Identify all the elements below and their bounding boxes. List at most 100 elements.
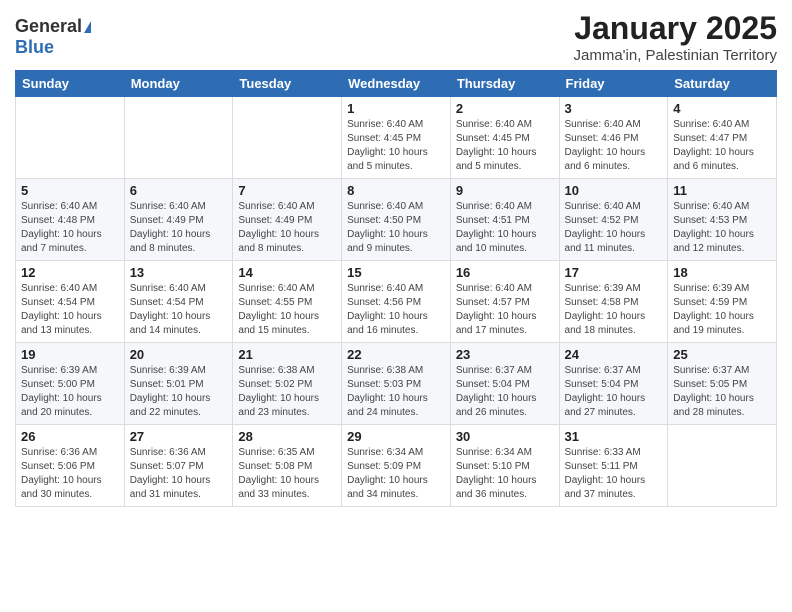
calendar-table: SundayMondayTuesdayWednesdayThursdayFrid… [15, 70, 777, 507]
day-number: 28 [238, 429, 336, 444]
day-info: Sunrise: 6:40 AM Sunset: 4:50 PM Dayligh… [347, 200, 445, 256]
day-number: 24 [565, 347, 663, 362]
day-info: Sunrise: 6:40 AM Sunset: 4:56 PM Dayligh… [347, 282, 445, 338]
calendar-cell: 13 Sunrise: 6:40 AM Sunset: 4:54 PM Dayli… [124, 261, 233, 343]
day-info: Sunrise: 6:40 AM Sunset: 4:51 PM Dayligh… [456, 200, 554, 256]
page-title: January 2025 [574, 10, 778, 47]
day-number: 26 [21, 429, 119, 444]
day-number: 6 [130, 183, 228, 198]
calendar-cell: 28 Sunrise: 6:35 AM Sunset: 5:08 PM Dayli… [233, 425, 342, 507]
calendar-cell: 21 Sunrise: 6:38 AM Sunset: 5:02 PM Dayli… [233, 343, 342, 425]
calendar-cell: 11 Sunrise: 6:40 AM Sunset: 4:53 PM Dayli… [668, 179, 777, 261]
day-info: Sunrise: 6:38 AM Sunset: 5:02 PM Dayligh… [238, 364, 336, 420]
day-info: Sunrise: 6:39 AM Sunset: 4:58 PM Dayligh… [565, 282, 663, 338]
day-info: Sunrise: 6:40 AM Sunset: 4:47 PM Dayligh… [673, 118, 771, 174]
calendar-cell: 29Sunrise: 6:34 AM Sunset: 5:09 PM Dayli… [342, 425, 451, 507]
day-info: Sunrise: 6:39 AM Sunset: 4:59 PM Dayligh… [673, 282, 771, 338]
calendar-cell [16, 97, 125, 179]
calendar-cell: 12 Sunrise: 6:40 AM Sunset: 4:54 PM Dayli… [16, 261, 125, 343]
calendar-cell: 17 Sunrise: 6:39 AM Sunset: 4:58 PM Dayli… [559, 261, 668, 343]
logo-blue: Blue [15, 37, 54, 58]
day-number: 22 [347, 347, 445, 362]
calendar-cell: 19 Sunrise: 6:39 AM Sunset: 5:00 PM Dayli… [16, 343, 125, 425]
day-number: 15 [347, 265, 445, 280]
calendar-cell: 2Sunrise: 6:40 AM Sunset: 4:45 PM Daylig… [450, 97, 559, 179]
day-info: Sunrise: 6:39 AM Sunset: 5:01 PM Dayligh… [130, 364, 228, 420]
day-info: Sunrise: 6:36 AM Sunset: 5:07 PM Dayligh… [130, 446, 228, 502]
calendar-cell: 20 Sunrise: 6:39 AM Sunset: 5:01 PM Dayli… [124, 343, 233, 425]
day-number: 31 [565, 429, 663, 444]
calendar-cell: 8 Sunrise: 6:40 AM Sunset: 4:50 PM Daylig… [342, 179, 451, 261]
day-number: 11 [673, 183, 771, 198]
day-number: 10 [565, 183, 663, 198]
day-number: 1 [347, 101, 445, 116]
calendar-day-header: Thursday [450, 71, 559, 97]
calendar-cell: 9 Sunrise: 6:40 AM Sunset: 4:51 PM Daylig… [450, 179, 559, 261]
calendar-cell [124, 97, 233, 179]
calendar-cell: 6 Sunrise: 6:40 AM Sunset: 4:49 PM Daylig… [124, 179, 233, 261]
logo: General Blue [15, 16, 91, 58]
day-number: 25 [673, 347, 771, 362]
calendar-cell: 15 Sunrise: 6:40 AM Sunset: 4:56 PM Dayli… [342, 261, 451, 343]
day-number: 13 [130, 265, 228, 280]
calendar-cell: 3 Sunrise: 6:40 AM Sunset: 4:46 PM Daylig… [559, 97, 668, 179]
calendar-cell: 16 Sunrise: 6:40 AM Sunset: 4:57 PM Dayli… [450, 261, 559, 343]
day-info: Sunrise: 6:40 AM Sunset: 4:49 PM Dayligh… [130, 200, 228, 256]
page-header: General Blue January 2025 Jamma'in, Pale… [15, 10, 777, 64]
day-number: 19 [21, 347, 119, 362]
day-number: 3 [565, 101, 663, 116]
logo-general: General [15, 16, 82, 37]
day-info: Sunrise: 6:36 AM Sunset: 5:06 PM Dayligh… [21, 446, 119, 502]
day-number: 29 [347, 429, 445, 444]
calendar-cell: 22 Sunrise: 6:38 AM Sunset: 5:03 PM Dayli… [342, 343, 451, 425]
day-number: 7 [238, 183, 336, 198]
title-block: January 2025 Jamma'in, Palestinian Terri… [574, 10, 778, 64]
day-number: 12 [21, 265, 119, 280]
day-info: Sunrise: 6:40 AM Sunset: 4:52 PM Dayligh… [565, 200, 663, 256]
day-info: Sunrise: 6:40 AM Sunset: 4:49 PM Dayligh… [238, 200, 336, 256]
day-info: Sunrise: 6:40 AM Sunset: 4:54 PM Dayligh… [130, 282, 228, 338]
day-info: Sunrise: 6:40 AM Sunset: 4:53 PM Dayligh… [673, 200, 771, 256]
calendar-cell: 5Sunrise: 6:40 AM Sunset: 4:48 PM Daylig… [16, 179, 125, 261]
calendar-day-header: Saturday [668, 71, 777, 97]
day-info: Sunrise: 6:40 AM Sunset: 4:45 PM Dayligh… [456, 118, 554, 174]
calendar-day-header: Tuesday [233, 71, 342, 97]
day-info: Sunrise: 6:40 AM Sunset: 4:45 PM Dayligh… [347, 118, 445, 174]
calendar-week-row: 5Sunrise: 6:40 AM Sunset: 4:48 PM Daylig… [16, 179, 777, 261]
day-number: 21 [238, 347, 336, 362]
calendar-day-header: Friday [559, 71, 668, 97]
day-info: Sunrise: 6:39 AM Sunset: 5:00 PM Dayligh… [21, 364, 119, 420]
day-number: 30 [456, 429, 554, 444]
day-info: Sunrise: 6:38 AM Sunset: 5:03 PM Dayligh… [347, 364, 445, 420]
day-info: Sunrise: 6:40 AM Sunset: 4:46 PM Dayligh… [565, 118, 663, 174]
calendar-cell: 4Sunrise: 6:40 AM Sunset: 4:47 PM Daylig… [668, 97, 777, 179]
day-number: 18 [673, 265, 771, 280]
day-info: Sunrise: 6:37 AM Sunset: 5:05 PM Dayligh… [673, 364, 771, 420]
day-info: Sunrise: 6:40 AM Sunset: 4:57 PM Dayligh… [456, 282, 554, 338]
day-info: Sunrise: 6:40 AM Sunset: 4:54 PM Dayligh… [21, 282, 119, 338]
day-number: 23 [456, 347, 554, 362]
calendar-cell: 31 Sunrise: 6:33 AM Sunset: 5:11 PM Dayli… [559, 425, 668, 507]
calendar-cell: 24 Sunrise: 6:37 AM Sunset: 5:04 PM Dayli… [559, 343, 668, 425]
calendar-day-header: Monday [124, 71, 233, 97]
day-info: Sunrise: 6:35 AM Sunset: 5:08 PM Dayligh… [238, 446, 336, 502]
calendar-cell: 1 Sunrise: 6:40 AM Sunset: 4:45 PM Daylig… [342, 97, 451, 179]
day-number: 14 [238, 265, 336, 280]
day-number: 8 [347, 183, 445, 198]
calendar-week-row: 26 Sunrise: 6:36 AM Sunset: 5:06 PM Dayli… [16, 425, 777, 507]
calendar-cell: 30Sunrise: 6:34 AM Sunset: 5:10 PM Dayli… [450, 425, 559, 507]
day-info: Sunrise: 6:33 AM Sunset: 5:11 PM Dayligh… [565, 446, 663, 502]
calendar-week-row: 12 Sunrise: 6:40 AM Sunset: 4:54 PM Dayli… [16, 261, 777, 343]
logo-icon [84, 21, 91, 33]
day-number: 27 [130, 429, 228, 444]
day-number: 16 [456, 265, 554, 280]
day-info: Sunrise: 6:40 AM Sunset: 4:55 PM Dayligh… [238, 282, 336, 338]
calendar-cell [668, 425, 777, 507]
calendar-cell: 27 Sunrise: 6:36 AM Sunset: 5:07 PM Dayli… [124, 425, 233, 507]
page-subtitle: Jamma'in, Palestinian Territory [574, 47, 778, 64]
day-number: 17 [565, 265, 663, 280]
calendar-cell [233, 97, 342, 179]
day-info: Sunrise: 6:37 AM Sunset: 5:04 PM Dayligh… [565, 364, 663, 420]
day-number: 9 [456, 183, 554, 198]
day-number: 20 [130, 347, 228, 362]
